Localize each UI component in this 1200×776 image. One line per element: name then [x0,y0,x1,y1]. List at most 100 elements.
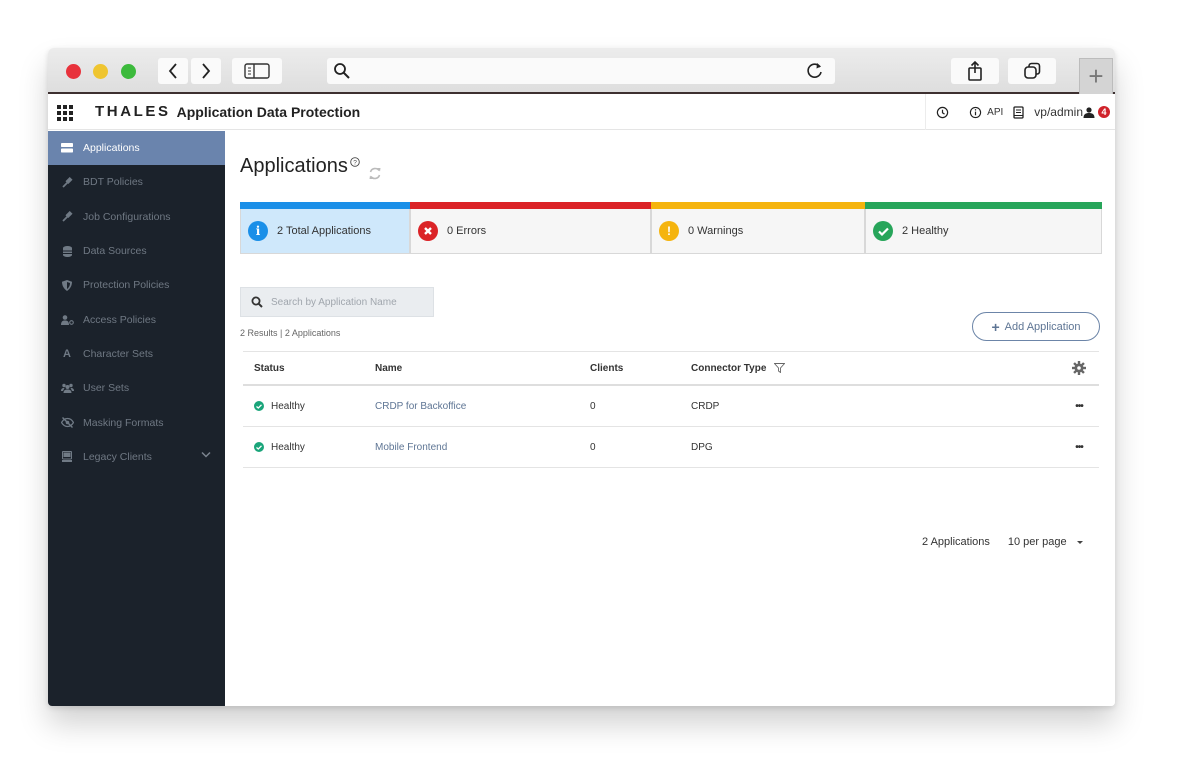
sidebar-item-job-configurations[interactable]: Job Configurations [48,200,225,234]
summary-warnings-card[interactable]: ! 0 Warnings [651,202,865,254]
user-menu[interactable]: vp/admin 4 [1034,105,1115,119]
share-button[interactable] [951,58,999,84]
check-icon [873,221,893,241]
sidebar-item-protection-policies[interactable]: Protection Policies [48,268,225,302]
summary-healthy-card[interactable]: 2 Healthy [865,202,1102,254]
summary-label: 2 Healthy [902,225,949,237]
column-clients[interactable]: Clients [590,363,691,374]
minimize-window-button[interactable] [93,64,108,79]
brand-logo: THALES [95,103,171,120]
per-page-select[interactable]: 10 per page [1008,536,1083,548]
summary-label: 0 Errors [447,225,487,237]
sidebar-item-legacy-clients[interactable]: Legacy Clients [48,440,225,474]
plus-icon: + [1088,61,1104,91]
sidebar-item-access-policies[interactable]: Access Policies [48,302,225,336]
healthy-check-icon [254,401,264,411]
sidebar-item-character-sets[interactable]: A Character Sets [48,337,225,371]
table-header: Status Name Clients Connector Type [243,351,1099,386]
applications-table: Status Name Clients Connector Type Healt… [243,351,1099,468]
column-status[interactable]: Status [243,363,375,374]
add-application-button[interactable]: + Add Application [972,312,1100,341]
info-icon: i [248,221,268,241]
sidebar-item-label: Masking Formats [83,416,164,429]
sidebar-icon [244,63,270,79]
more-icon: ••• [1075,400,1083,412]
table-row[interactable]: Healthy CRDP for Backoffice 0 CRDP ••• [243,386,1099,427]
tabs-overview-button[interactable] [1008,58,1056,84]
sidebar-item-bdt-policies[interactable]: BDT Policies [48,165,225,199]
sidebar-item-user-sets[interactable]: User Sets [48,371,225,405]
column-settings[interactable] [1059,361,1099,375]
application-link[interactable]: CRDP for Backoffice [375,401,466,412]
search-input[interactable] [271,296,421,308]
page-title: Applications ? [240,155,382,186]
database-icon [60,245,74,257]
sidebar-item-label: Access Policies [83,313,156,326]
sidebar-item-label: Protection Policies [83,279,170,292]
api-button[interactable]: API [969,106,1003,119]
help-icon[interactable]: ? [350,157,360,170]
gear-icon [1072,361,1086,375]
user-icon [1083,106,1095,118]
summary-bar [865,202,1102,209]
close-window-button[interactable] [66,64,81,79]
search-icon [334,63,350,79]
summary-bar [651,202,865,209]
healthy-check-icon [254,442,264,452]
header-actions: API vp/admin 4 [925,94,1115,130]
sidebar-item-label: User Sets [83,382,130,395]
connector-cell: CRDP [691,400,720,412]
sidebar-item-label: Applications [83,142,140,155]
font-icon: A [63,347,71,360]
connector-cell: DPG [691,441,713,453]
name-cell: CRDP for Backoffice [375,401,590,412]
share-icon [968,60,982,81]
application-link[interactable]: Mobile Frontend [375,442,447,453]
maximize-window-button[interactable] [121,64,136,79]
sidebar-item-data-sources[interactable]: Data Sources [48,234,225,268]
back-button[interactable] [158,58,188,84]
app-title: Application Data Protection [176,103,361,120]
table-row[interactable]: Healthy Mobile Frontend 0 DPG ••• [243,427,1099,468]
chevron-down-icon[interactable] [201,451,211,458]
search-icon [251,296,263,308]
app-launcher-icon[interactable] [57,104,73,121]
sidebar-item-label: Job Configurations [83,210,171,223]
sidebar-toggle-button[interactable] [232,58,282,84]
app-header: THALES Application Data Protection API v… [48,94,1115,130]
row-actions-button[interactable]: ••• [1059,442,1099,453]
sidebar-item-applications[interactable]: Applications [48,131,225,166]
address-bar[interactable] [327,58,835,84]
server-icon [60,143,74,153]
history-button[interactable] [936,106,949,119]
reload-icon[interactable] [805,61,825,81]
plus-icon: + [991,318,1000,335]
results-count: 2 Results | 2 Applications [240,328,341,338]
pagination: 2 Applications 10 per page [922,536,1083,548]
total-applications: 2 Applications [922,536,990,548]
status-cell: Healthy [243,442,375,453]
sidebar-item-masking-formats[interactable]: Masking Formats [48,405,225,439]
users-icon [60,383,74,394]
user-key-icon [60,314,74,325]
column-connector-type[interactable]: Connector Type [691,363,1059,374]
summary-bar [240,202,410,209]
summary-label: 2 Total Applications [277,225,371,237]
main-content: Applications ? i 2 Total Applications 0 … [225,131,1115,706]
summary-errors-card[interactable]: 0 Errors [410,202,651,254]
summary-total-card[interactable]: i 2 Total Applications [240,202,410,254]
docs-button[interactable] [1013,105,1024,119]
notification-badge[interactable]: 4 [1098,106,1110,118]
svg-text:?: ? [353,159,357,166]
row-actions-button[interactable]: ••• [1059,401,1099,412]
filter-icon[interactable] [774,363,786,373]
add-application-label: Add Application [1004,320,1081,333]
refresh-icon[interactable] [368,163,382,186]
status-summary: i 2 Total Applications 0 Errors ! 0 Warn… [240,202,1102,254]
new-tab-button[interactable]: + [1079,58,1113,94]
error-icon [418,221,438,241]
column-name[interactable]: Name [375,363,590,374]
column-connector-type-label: Connector Type [691,362,767,374]
monitor-icon [60,451,74,463]
forward-button[interactable] [191,58,221,84]
